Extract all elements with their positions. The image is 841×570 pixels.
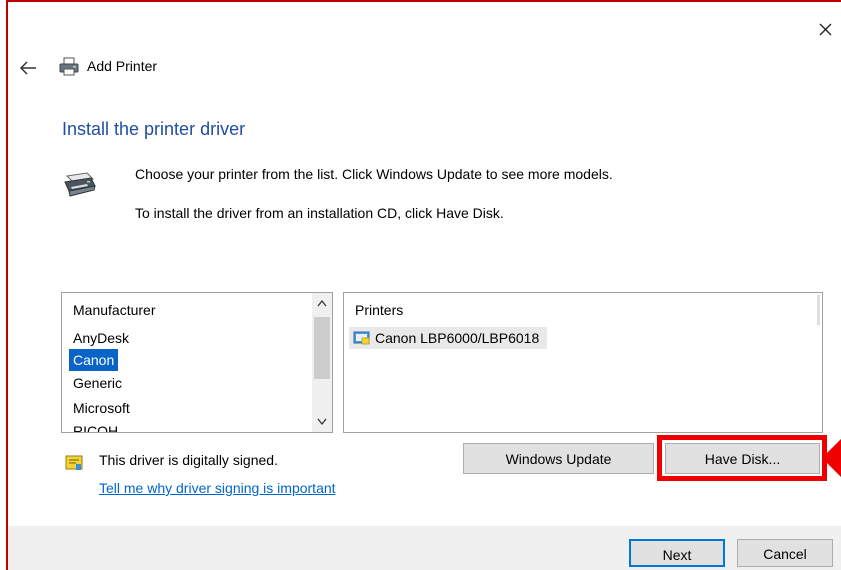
driver-signed-status: This driver is digitally signed.	[99, 452, 278, 468]
manufacturer-item-ricoh[interactable]: RICOH	[69, 420, 122, 432]
printer-item-canon-lbp6000[interactable]: Canon LBP6000/LBP6018	[349, 327, 548, 349]
printers-list[interactable]: Printers Canon LBP6000/LBP6018	[343, 292, 823, 433]
manufacturer-item-canon[interactable]: Canon	[69, 349, 119, 371]
page-heading: Install the printer driver	[62, 119, 246, 139]
printer-driver-icon	[61, 170, 97, 198]
printers-scroll-indicator	[817, 295, 820, 325]
cancel-button[interactable]: Cancel	[737, 539, 833, 567]
back-arrow-icon	[19, 61, 36, 75]
manufacturer-list-header: Manufacturer	[73, 302, 156, 318]
manufacturer-item-anydesk[interactable]: AnyDesk	[69, 327, 133, 349]
instruction-text-2: To install the driver from an installati…	[135, 205, 504, 221]
window-title: Add Printer	[87, 58, 158, 74]
close-icon	[819, 23, 832, 36]
instruction-text-1: Choose your printer from the list. Click…	[135, 166, 613, 182]
highlight-annotation-box	[657, 435, 827, 481]
back-button[interactable]	[18, 58, 40, 78]
chevron-down-icon	[317, 418, 327, 426]
window-left-border	[6, 0, 8, 570]
manufacturer-list[interactable]: Manufacturer AnyDesk Canon Generic Micro…	[61, 292, 333, 433]
scroll-up-button[interactable]	[312, 293, 332, 315]
scroll-thumb[interactable]	[314, 317, 330, 379]
printer-item-label: Canon LBP6000/LBP6018	[375, 330, 540, 346]
manufacturer-scrollbar[interactable]	[312, 293, 332, 432]
scroll-down-button[interactable]	[312, 410, 332, 432]
window-top-border	[6, 0, 841, 2]
printer-icon	[58, 57, 80, 77]
certificate-icon	[65, 454, 83, 472]
signed-driver-icon	[353, 331, 370, 345]
red-arrow-icon	[822, 439, 841, 477]
close-button[interactable]	[810, 14, 840, 44]
next-button[interactable]: Next	[629, 539, 725, 567]
manufacturer-item-generic[interactable]: Generic	[69, 372, 126, 394]
driver-signing-link[interactable]: Tell me why driver signing is important	[99, 480, 336, 496]
printers-list-header: Printers	[355, 302, 404, 318]
windows-update-button[interactable]: Windows Update	[463, 443, 654, 474]
chevron-up-icon	[317, 299, 327, 307]
manufacturer-item-microsoft[interactable]: Microsoft	[69, 397, 134, 419]
